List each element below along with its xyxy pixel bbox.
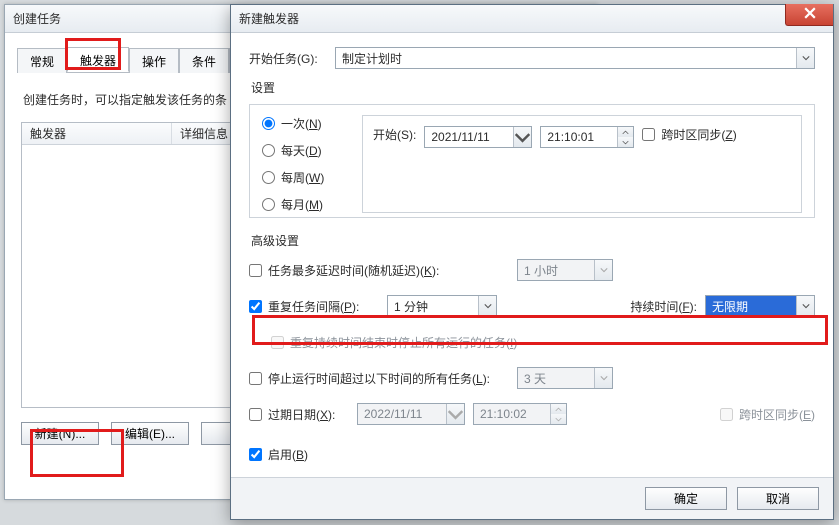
front-title: 新建触发器 xyxy=(239,10,299,27)
start-subgroup: 开始(S): 2021/11/11 21:10:01 xyxy=(362,115,802,213)
delay-checkbox[interactable]: 任务最多延迟时间(随机延迟)(K): xyxy=(249,262,509,279)
spin-buttons xyxy=(550,404,566,424)
start-time[interactable]: 21:10:01 xyxy=(540,126,634,148)
cancel-button[interactable]: 取消 xyxy=(737,487,819,510)
schedule-group: 一次(N) 每天(D) 每周(W) 每月(M) 开始(S): 2021/11/1… xyxy=(249,104,815,218)
edit-trigger-button[interactable]: 编辑(E)... xyxy=(111,422,189,445)
start-label: 开始(S): xyxy=(373,126,416,143)
freq-radios: 一次(N) 每天(D) 每周(W) 每月(M) xyxy=(262,115,348,213)
close-button[interactable] xyxy=(785,4,833,26)
tab-conditions[interactable]: 条件 xyxy=(179,48,229,73)
tab-triggers[interactable]: 触发器 xyxy=(67,47,129,72)
settings-section-label: 设置 xyxy=(251,79,815,96)
front-titlebar: 新建触发器 xyxy=(231,5,833,33)
stop-at-end-checkbox: 重复持续时间结束时停止所有运行的任务(I) xyxy=(271,334,517,351)
tab-general[interactable]: 常规 xyxy=(17,48,67,73)
chevron-down-icon xyxy=(594,260,612,280)
radio-weekly[interactable]: 每周(W) xyxy=(262,169,348,186)
enabled-checkbox[interactable]: 启用(B) xyxy=(249,446,308,463)
back-title: 创建任务 xyxy=(13,10,61,27)
duration-combo[interactable]: 无限期 xyxy=(705,295,815,317)
ok-button[interactable]: 确定 xyxy=(645,487,727,510)
begin-task-label: 开始任务(G): xyxy=(249,50,327,67)
begin-task-combo[interactable]: 制定计划时 xyxy=(335,47,815,69)
tab-actions[interactable]: 操作 xyxy=(129,48,179,73)
stop-after-combo: 3 天 xyxy=(517,367,613,389)
stop-after-checkbox[interactable]: 停止运行时间超过以下时间的所有任务(L): xyxy=(249,370,509,387)
close-icon xyxy=(804,7,816,22)
radio-daily[interactable]: 每天(D) xyxy=(262,142,348,159)
start-date[interactable]: 2021/11/11 xyxy=(424,126,532,148)
chevron-down-icon[interactable] xyxy=(617,137,633,147)
chevron-down-icon xyxy=(594,368,612,388)
front-body: 开始任务(G): 制定计划时 设置 一次(N) 每天(D) 每周(W) 每月(M… xyxy=(231,33,833,487)
chevron-down-icon xyxy=(796,296,814,316)
expire-checkbox[interactable]: 过期日期(X): xyxy=(249,406,349,423)
expire-tzsync-checkbox: 跨时区同步(E) xyxy=(720,406,815,423)
chevron-up-icon xyxy=(550,404,566,414)
expire-time: 21:10:02 xyxy=(473,403,567,425)
new-trigger-dialog: 新建触发器 开始任务(G): 制定计划时 设置 一次(N) 每天(D) 每周(W… xyxy=(230,4,834,520)
advanced-settings: 任务最多延迟时间(随机延迟)(K): 1 小时 重复任务间隔(P): 1 分钟 … xyxy=(249,257,815,467)
advanced-section-label: 高级设置 xyxy=(251,232,815,249)
expire-date: 2022/11/11 xyxy=(357,403,465,425)
spin-buttons[interactable] xyxy=(617,127,633,147)
new-trigger-button[interactable]: 新建(N)... xyxy=(21,422,99,445)
col-trigger[interactable]: 触发器 xyxy=(22,123,172,144)
repeat-checkbox[interactable]: 重复任务间隔(P): xyxy=(249,298,379,315)
chevron-down-icon xyxy=(446,404,464,424)
radio-monthly[interactable]: 每月(M) xyxy=(262,196,348,213)
delay-combo: 1 小时 xyxy=(517,259,613,281)
radio-once[interactable]: 一次(N) xyxy=(262,115,348,132)
dialog-footer: 确定 取消 xyxy=(231,477,833,519)
chevron-down-icon xyxy=(513,127,531,147)
chevron-down-icon xyxy=(478,296,496,316)
duration-label: 持续时间(F): xyxy=(630,298,697,315)
tzsync-checkbox[interactable]: 跨时区同步(Z) xyxy=(642,126,736,143)
chevron-up-icon[interactable] xyxy=(617,127,633,137)
chevron-down-icon xyxy=(550,414,566,424)
begin-task-value: 制定计划时 xyxy=(342,50,402,67)
repeat-interval-combo[interactable]: 1 分钟 xyxy=(387,295,497,317)
chevron-down-icon xyxy=(796,48,814,68)
